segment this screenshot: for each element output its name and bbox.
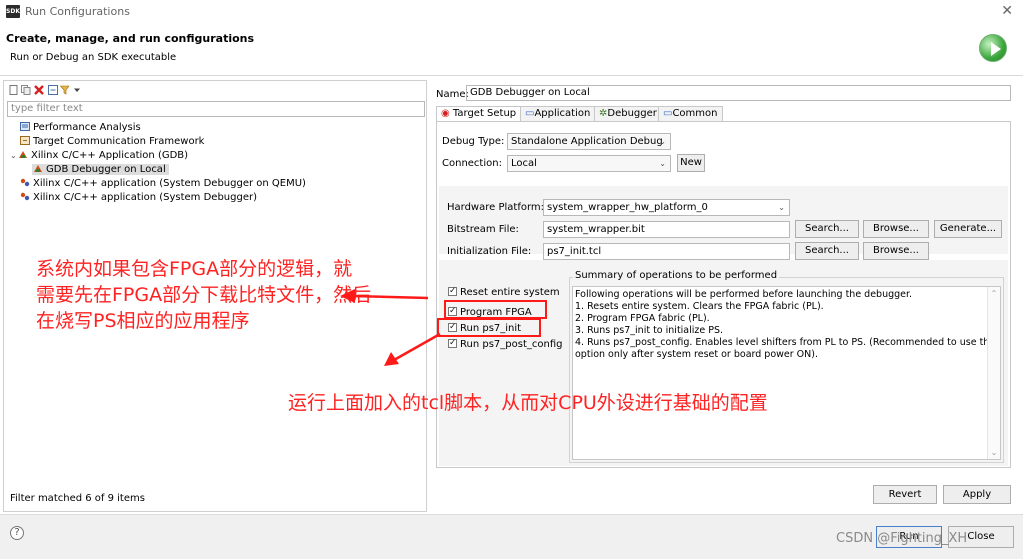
arrow-to-program-fpga: [340, 289, 429, 303]
annotation-arrows: [340, 289, 441, 366]
csdn-watermark: CSDN @Fighting_XH: [836, 531, 968, 546]
arrow-from-run-ps7-init: [384, 332, 441, 366]
